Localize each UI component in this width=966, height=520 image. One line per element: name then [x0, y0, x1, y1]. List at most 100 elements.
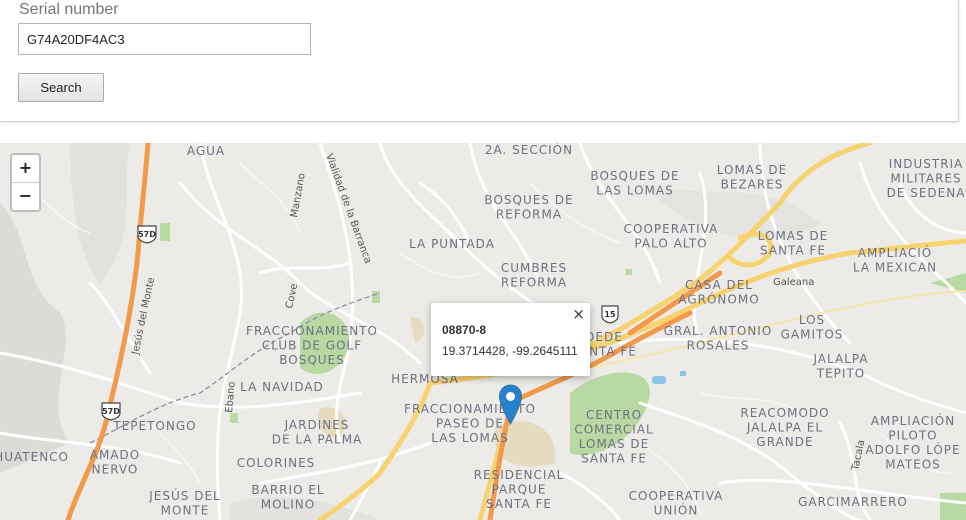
serial-number-input[interactable] — [18, 23, 311, 55]
zoom-out-button[interactable]: − — [12, 183, 39, 210]
place-label-line: PILOTO — [888, 429, 937, 443]
place-label-line: ADOLFO LÓPE — [865, 442, 960, 457]
place-label-line: MILITARES — [890, 172, 961, 186]
place-label: JARDINES DE LA PALMA — [272, 418, 363, 447]
place-label-line: AGUA — [187, 144, 225, 158]
place-label-line: LAS LOMAS — [596, 184, 673, 198]
place-label-line: PALO ALTO — [634, 237, 707, 251]
place-label: CASA DEL AGRÓNOMO — [678, 278, 759, 307]
place-label-line: BARRIO EL — [251, 483, 324, 497]
place-label-line: GARCIMARRERO — [798, 495, 908, 509]
place-label-line: GRANDE — [756, 435, 813, 449]
place-label: LOMAS DE SANTA FE — [758, 229, 829, 258]
place-label-line: BOSQUES DE — [590, 169, 679, 183]
place-label-line: TEPETONGO — [112, 419, 196, 433]
place-label-line: PASEO DE — [436, 417, 504, 431]
map-marker-icon[interactable] — [498, 384, 523, 425]
place-label-line: CASA DEL — [685, 278, 753, 292]
place-label-line: REACOMODO — [740, 406, 829, 420]
place-label-line: LA MEXICAN — [853, 261, 937, 275]
place-label-line: LA PUNTADA — [409, 237, 495, 251]
popup-title: 08870-8 — [442, 323, 487, 337]
place-label: TEPETONGO — [112, 419, 196, 433]
street-label: Galeana — [773, 277, 814, 288]
place-label-line: LOMAS DE — [717, 163, 788, 177]
place-label: RESIDENCIAL PARQUE SANTA FE — [474, 468, 565, 511]
place-label: GARCIMARRERO — [798, 495, 908, 509]
place-label-line: COMERCIAL — [574, 423, 653, 437]
search-button[interactable]: Search — [18, 73, 104, 102]
place-label-line: MONTE — [161, 504, 210, 518]
street-label: Ebano — [224, 381, 238, 413]
marker-popup: × 08870-8 19.3714428, -99.2645111 — [431, 303, 590, 376]
place-label-line: COOPERATIVA — [629, 489, 724, 503]
zoom-in-button[interactable]: + — [12, 155, 39, 183]
map-view[interactable]: 57D 57D 15 Vialidad de la Barranca Jesús… — [0, 143, 966, 520]
place-label: AMPLIACIÓ LA MEXICAN — [853, 245, 937, 275]
place-label-line: LA NAVIDAD — [240, 380, 324, 394]
place-label-line: LAS LOMAS — [431, 431, 508, 445]
place-label: LOMAS DE BEZARES — [717, 163, 788, 192]
place-label: AHUATENCO — [0, 450, 69, 464]
place-label-line: JALALPA — [812, 352, 868, 366]
popup-close-button[interactable]: × — [572, 305, 585, 323]
place-label-line: AGRÓNOMO — [678, 292, 759, 307]
place-label: JESÚS DEL MONTE — [148, 488, 220, 518]
place-label: REACOMODO JALALPA EL GRANDE — [740, 406, 829, 449]
place-label-line: NERVO — [92, 463, 139, 477]
place-label-line: TEPITO — [816, 367, 865, 381]
street-label: Jesús del Monte — [129, 276, 157, 356]
place-label-line: ROSALES — [687, 339, 750, 353]
place-label: BOSQUES DE LAS LOMAS — [590, 169, 679, 198]
place-label-line: REFORMA — [496, 208, 562, 222]
place-label: BOSQUES DE REFORMA — [484, 193, 573, 222]
place-label-line: AMPLIACIÓ — [858, 245, 932, 260]
place-label-line: MATEOS — [885, 458, 941, 472]
place-label-line: CENTRO — [586, 408, 642, 422]
place-label: LA PUNTADA — [409, 237, 495, 251]
place-label-line: SANTA FE — [581, 452, 647, 466]
street-label: Manzano — [289, 172, 308, 218]
search-panel: Serial number Search — [0, 0, 959, 122]
place-label-line: DEDE — [585, 330, 623, 344]
place-label: 2A. SECCIÓN — [485, 143, 573, 157]
place-label: BARRIO EL MOLINO — [251, 483, 324, 512]
place-label-line: COLORINES — [237, 456, 316, 470]
place-label-line: BOSQUES — [279, 353, 345, 367]
place-label-line: JESÚS DEL — [148, 488, 220, 503]
place-label-line: SANTA FE — [486, 497, 552, 511]
place-label-line: PARQUE — [492, 483, 547, 497]
place-label-line: BOSQUES DE — [484, 193, 573, 207]
place-label-line: SANTA FE — [760, 244, 826, 258]
place-label: LA NAVIDAD — [240, 380, 324, 394]
place-label: LOS GAMITOS — [781, 313, 844, 342]
place-label-line: CLUB DE GOLF — [262, 339, 362, 353]
serial-number-label: Serial number — [19, 1, 119, 18]
place-label: FRACCIONAMIENTO CLUB DE GOLF BOSQUES — [246, 324, 378, 367]
place-label-line: MOLINO — [261, 498, 315, 512]
place-label-line: JALALPA EL — [746, 421, 823, 435]
place-label-line: UNIÓN — [654, 503, 699, 518]
place-label-line: COOPERATIVA — [624, 222, 719, 236]
place-label-line: LOMAS DE — [758, 229, 829, 243]
place-label-line: DE SEDENA — [887, 186, 966, 200]
place-label: JALALPA TEPITO — [812, 352, 868, 381]
place-label: COOPERATIVA UNIÓN — [629, 489, 724, 518]
street-label: Cove — [284, 283, 300, 310]
place-label-line: GRAL. ANTONIO — [664, 324, 773, 338]
place-label-line: LOS — [799, 313, 825, 327]
place-label-line: AMADO — [90, 448, 140, 462]
place-label-line: INDUSTRIA — [889, 157, 964, 171]
place-label: COLORINES — [237, 456, 316, 470]
place-label: AGUA — [187, 144, 225, 158]
place-label: CUMBRES REFORMA — [501, 261, 567, 290]
place-label: INDUSTRIA MILITARES DE SEDENA — [887, 157, 966, 200]
zoom-control: + − — [10, 153, 41, 212]
place-label-line: 2A. SECCIÓN — [485, 143, 573, 157]
place-label-line: GAMITOS — [781, 328, 844, 342]
place-label-line: FRACCIONAMIENTO — [246, 324, 378, 338]
place-label-line: BEZARES — [721, 178, 784, 192]
street-label: Vialidad de la Barranca — [323, 152, 373, 265]
popup-coordinates: 19.3714428, -99.2645111 — [442, 344, 578, 358]
place-label-line: AMPLIACIÓN — [871, 413, 955, 428]
